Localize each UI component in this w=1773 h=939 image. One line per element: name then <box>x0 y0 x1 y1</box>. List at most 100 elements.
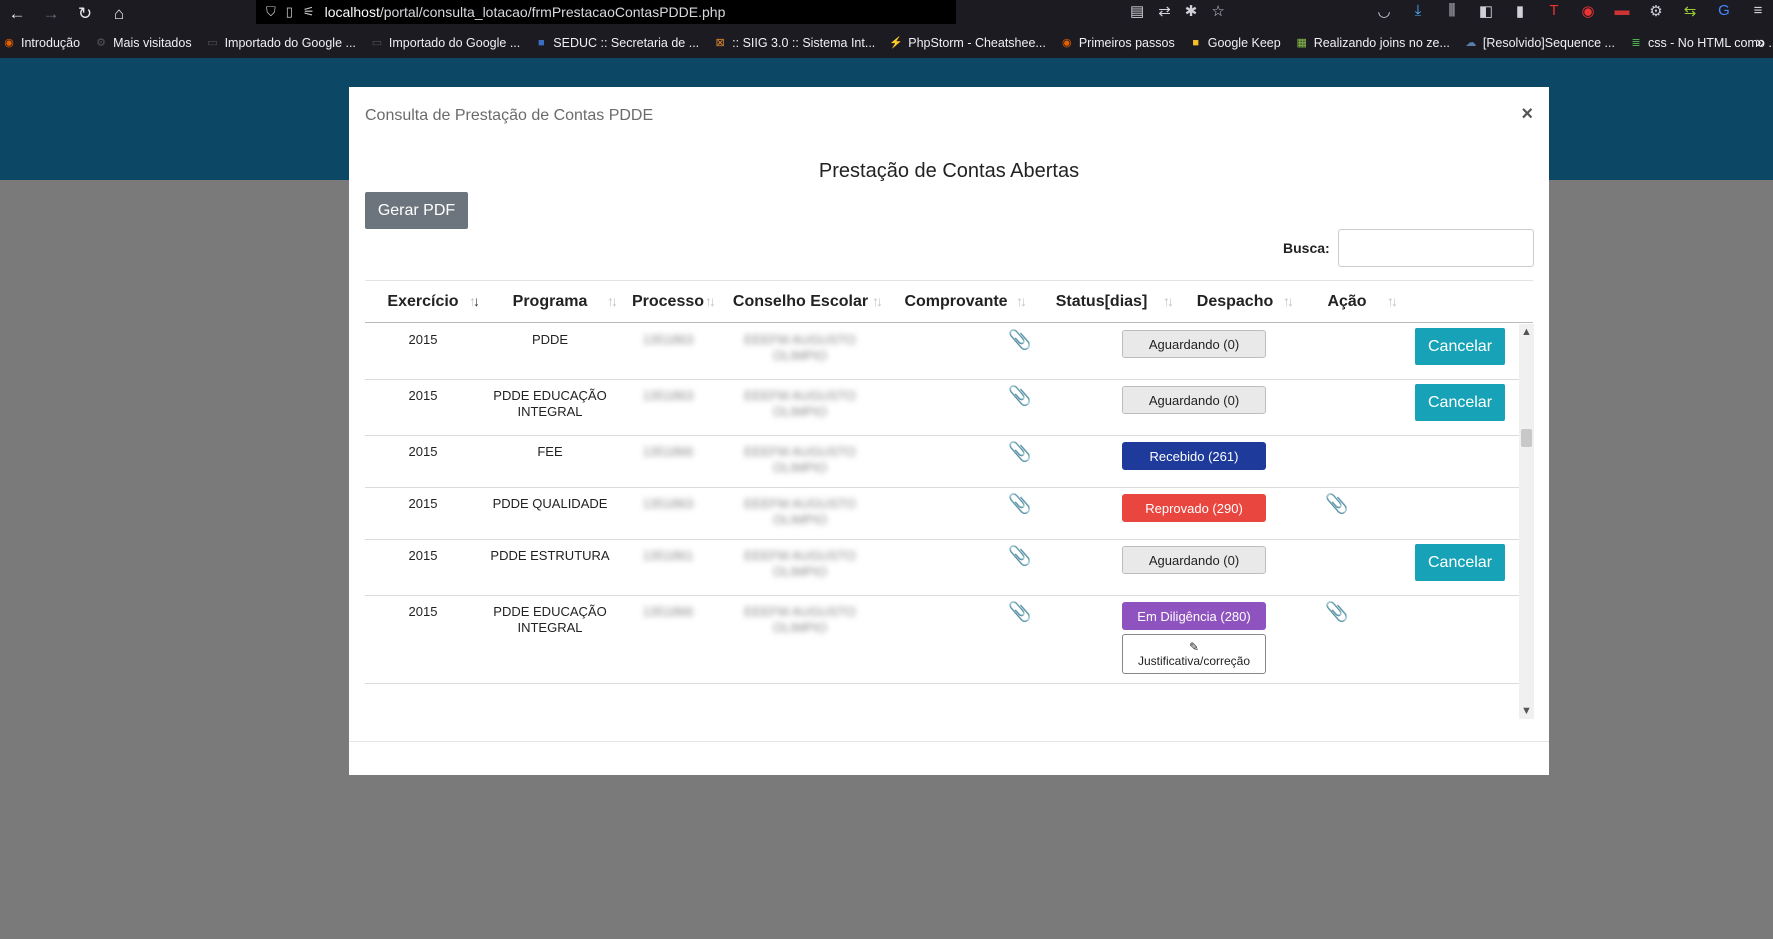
generate-pdf-button[interactable]: Gerar PDF <box>365 192 468 229</box>
sort-icon[interactable]: ↑↓ <box>1016 293 1027 309</box>
cell-processo: 1351863 <box>642 496 694 511</box>
sort-icon[interactable]: ↑↓ <box>607 293 618 309</box>
paperclip-icon[interactable]: 📎 <box>1325 492 1349 516</box>
bookmark-item[interactable]: ■ Google Keep <box>1189 36 1280 50</box>
paperclip-icon[interactable]: 📎 <box>1008 440 1032 464</box>
extension-icon[interactable]: ▮ <box>1509 2 1531 20</box>
column-header-despacho[interactable]: Despacho ↑↓ <box>1175 281 1295 323</box>
cancel-button[interactable]: Cancelar <box>1415 328 1505 365</box>
scroll-thumb[interactable] <box>1521 429 1532 447</box>
cell-exercicio: 2015 <box>408 496 438 511</box>
translate-icon[interactable]: ⇄ <box>1158 2 1171 20</box>
cell-processo: 1351863 <box>642 332 694 347</box>
reader-view-icon[interactable]: ▤ <box>1130 2 1144 20</box>
home-icon[interactable]: ⌂ <box>102 4 136 24</box>
column-header-acao[interactable]: Ação ↑↓ <box>1295 281 1399 323</box>
column-header-processo[interactable]: Processo ↑↓ <box>619 281 717 323</box>
cell-exercicio: 2015 <box>408 388 438 403</box>
paperclip-icon[interactable]: 📎 <box>1008 492 1032 516</box>
firefox-icon: ◉ <box>4 37 14 49</box>
paperclip-icon[interactable]: 📎 <box>1008 544 1032 568</box>
firefox-icon: ◉ <box>1062 37 1072 49</box>
sort-icon[interactable]: ↑↓ <box>1283 293 1294 309</box>
bookmark-label: Mais visitados <box>113 36 192 50</box>
table-body: 2015 PDDE 1351863 EEEFM AUGUSTO OLIMPIO 📎 Agu… <box>365 324 1519 719</box>
bookmark-item[interactable]: ≣ css - No HTML como ... <box>1629 36 1773 50</box>
bookmark-star-icon[interactable]: ☆ <box>1211 2 1224 20</box>
bookmark-label: PhpStorm - Cheatshee... <box>908 36 1046 50</box>
cell-exercicio: 2015 <box>408 332 438 347</box>
keep-icon: ■ <box>1192 37 1200 49</box>
column-header-status[interactable]: Status[dias] ↑↓ <box>1028 281 1175 323</box>
sidebar-icon[interactable]: ◧ <box>1475 2 1497 20</box>
bookmark-item[interactable]: ☁ [Resolvido]Sequence ... <box>1464 36 1615 50</box>
page-icon: ▯ <box>285 4 293 19</box>
phpstorm-icon: ⚡ <box>889 37 904 49</box>
browser-toolbar: ← → ↻ ⌂ ⛉ ▯ ⚟ localhost/portal/consulta_… <box>0 0 1773 28</box>
scroll-up-icon[interactable]: ▲ <box>1521 326 1532 338</box>
bookmark-item[interactable]: ◉ Primeiros passos <box>1060 36 1175 50</box>
modal-footer <box>349 741 1549 742</box>
bookmark-label: Importado do Google ... <box>388 36 521 50</box>
paperclip-icon[interactable]: 📎 <box>1325 600 1349 624</box>
bookmark-item[interactable]: ◉ Introdução <box>2 36 80 50</box>
sort-icon[interactable]: ↑↓ <box>872 293 883 309</box>
cancel-button[interactable]: Cancelar <box>1415 384 1505 421</box>
extension-arrows-icon[interactable]: ⇆ <box>1679 2 1701 20</box>
sort-icon[interactable]: ↑↓ <box>1387 293 1398 309</box>
scroll-down-icon[interactable]: ▼ <box>1521 705 1532 717</box>
translate-ext-icon[interactable]: G <box>1713 2 1735 20</box>
bookmark-label: Introdução <box>21 36 81 50</box>
column-header-programa[interactable]: Programa ↑↓ <box>481 281 619 323</box>
permissions-icon[interactable]: ⚟ <box>303 4 315 20</box>
sort-icon[interactable]: ↑↓ <box>1163 293 1174 309</box>
cell-programa: FEE <box>537 444 563 459</box>
table-scrollbar[interactable]: ▲ ▼ <box>1519 324 1534 719</box>
cell-programa: PDDE ESTRUTURA <box>490 548 610 563</box>
cell-processo: 1351866 <box>642 444 694 459</box>
edit-icon: ✎ <box>1188 640 1200 654</box>
bookmark-item[interactable]: ⚡ PhpStorm - Cheatshee... <box>889 36 1046 50</box>
shield-icon[interactable]: ⛉ <box>266 4 276 20</box>
cancel-button[interactable]: Cancelar <box>1415 544 1505 581</box>
siig-icon: ⊠ <box>715 37 725 49</box>
close-icon[interactable]: × <box>1521 103 1533 126</box>
back-icon[interactable]: ← <box>0 4 34 24</box>
cell-conselho: EEEFM AUGUSTO OLIMPIO <box>744 388 856 419</box>
gear-icon: ⚙ <box>96 37 107 49</box>
menu-icon[interactable]: ≡ <box>1747 2 1769 20</box>
bookmark-item[interactable]: ▭ Importado do Google ... <box>370 36 521 50</box>
sort-icon[interactable]: ↑↓ <box>705 293 716 309</box>
justification-button[interactable]: ✎ Justificativa/correção <box>1122 634 1266 674</box>
column-header-exercicio[interactable]: Exercício ↑↓ <box>365 281 481 323</box>
paperclip-icon[interactable]: 📎 <box>1008 600 1032 624</box>
paperclip-icon[interactable]: 📎 <box>1008 328 1032 352</box>
column-header-conselho[interactable]: Conselho Escolar ↑↓ <box>717 281 884 323</box>
sort-icon[interactable]: ↑↓ <box>469 293 480 309</box>
reload-icon[interactable]: ↻ <box>68 4 102 24</box>
bookmark-label: css - No HTML como ... <box>1647 36 1773 50</box>
bookmark-item[interactable]: ▦ Realizando joins no ze... <box>1295 36 1450 50</box>
column-header-comprovante[interactable]: Comprovante ↑↓ <box>884 281 1028 323</box>
extension-t-icon[interactable]: T <box>1543 2 1565 20</box>
bookmark-item[interactable]: ■ SEDUC :: Secretaria de ... <box>534 36 699 50</box>
download-icon[interactable]: ⤓ <box>1407 2 1429 20</box>
bookmarks-overflow-icon[interactable]: » <box>1756 34 1765 52</box>
toolbar-right: ◡ ⤓ ⫼ ◧ ▮ T ◉ ▬ ⚙ ⇆ G ≡ <box>1373 2 1769 20</box>
extension-lastpass-icon[interactable]: ▬ <box>1611 2 1633 20</box>
extension-icon[interactable]: ✱ <box>1185 2 1198 20</box>
table-row: 2015 PDDE 1351863 EEEFM AUGUSTO OLIMPIO 📎 Agu… <box>365 324 1519 380</box>
bookmark-item[interactable]: ⊠:: SIIG 3.0 :: Sistema Int... <box>713 36 876 50</box>
table-header: Exercício ↑↓ Programa ↑↓ Processo ↑↓ Conselho … <box>365 280 1533 323</box>
pocket-icon[interactable]: ◡ <box>1373 2 1395 20</box>
table-row: 2015 PDDE ESTRUTURA 1351861 EEEFM AUGUSTO O… <box>365 540 1519 596</box>
bookmark-item[interactable]: ⚙ Mais visitados <box>94 36 192 50</box>
extension-gear-icon[interactable]: ⚙ <box>1645 2 1667 20</box>
url-field[interactable]: ⛉ ▯ ⚟ localhost/portal/consulta_lotacao/… <box>256 0 956 24</box>
paperclip-icon[interactable]: 📎 <box>1008 384 1032 408</box>
search-input[interactable] <box>1338 229 1534 267</box>
library-icon[interactable]: ⫼ <box>1441 2 1463 20</box>
forward-icon[interactable]: → <box>34 4 68 24</box>
bookmark-item[interactable]: ▭ Importado do Google ... <box>206 36 356 50</box>
extension-red-icon[interactable]: ◉ <box>1577 2 1599 20</box>
